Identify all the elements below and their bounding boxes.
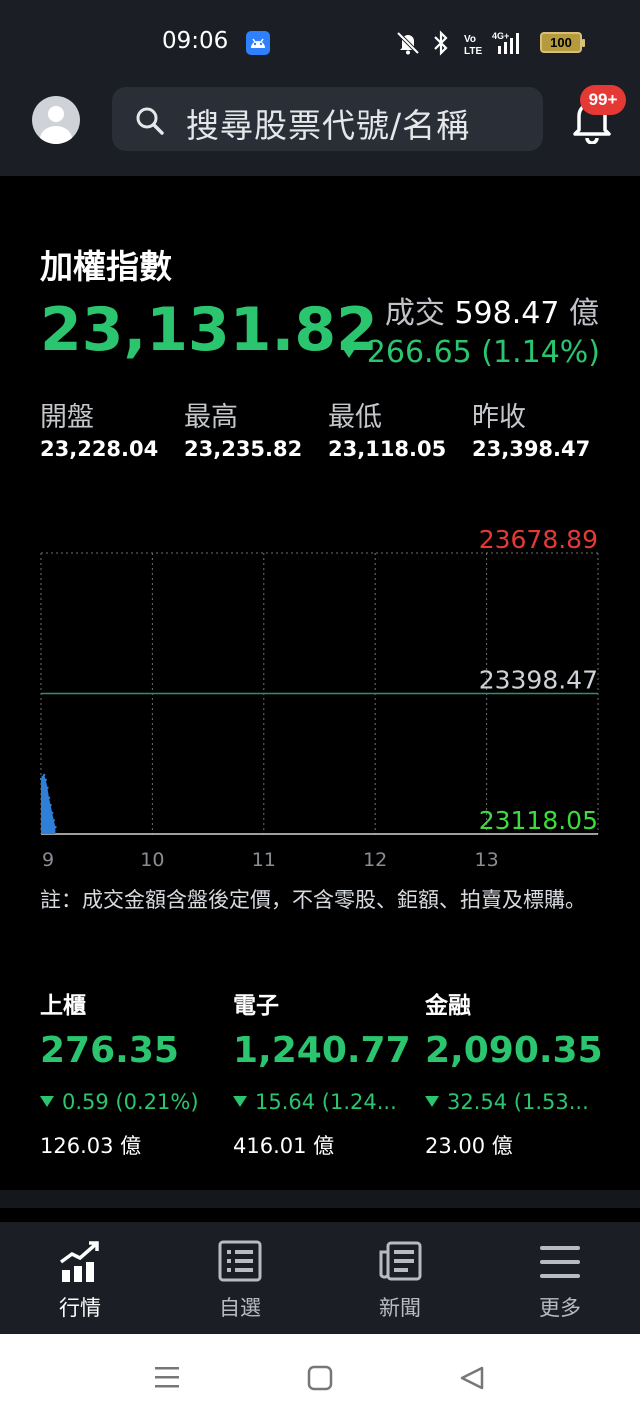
chart-price-point xyxy=(44,778,47,782)
chart-price-point xyxy=(43,773,46,777)
chart-price-point xyxy=(54,825,57,829)
sub-index-name: 電子 xyxy=(233,993,279,1019)
sub-index-name: 上櫃 xyxy=(40,993,86,1019)
stat-label: 昨收 xyxy=(472,402,526,433)
watchlist-icon xyxy=(218,1240,262,1282)
sub-index-volume: 416.01 億 xyxy=(233,1134,335,1158)
news-icon xyxy=(379,1241,422,1281)
chart-price-point xyxy=(46,786,49,789)
stat-value: 23,235.82 xyxy=(184,437,303,461)
sub-index-name: 金融 xyxy=(425,993,471,1019)
top-bar: 09:06 Vo LTE 4G+ 100 搜尋股票代號/名稱 99+ xyxy=(0,0,640,176)
sub-index-finance[interactable]: 金融 2,090.35 32.54 (1.53... 23.00 億 xyxy=(425,986,610,1160)
section-divider xyxy=(0,1190,640,1208)
system-nav-bar xyxy=(0,1334,640,1422)
intraday-chart[interactable]: 23678.89 23398.47 23118.05 9 10 11 12 13 xyxy=(0,520,640,880)
index-value: 23,131.82 xyxy=(40,295,378,365)
svg-text:Vo: Vo xyxy=(464,34,476,45)
svg-text:LTE: LTE xyxy=(464,46,482,56)
back-icon[interactable] xyxy=(458,1364,486,1392)
menu-icon xyxy=(540,1246,580,1278)
bluetooth-icon xyxy=(434,30,448,56)
sub-index-electronics[interactable]: 電子 1,240.77 15.64 (1.24... 416.01 億 xyxy=(233,986,418,1160)
nav-label: 行情 xyxy=(59,1296,101,1320)
down-arrow-icon xyxy=(340,346,357,358)
sub-index-change-text: 15.64 (1.24... xyxy=(255,1090,397,1114)
stat-open: 開盤 23,228.04 xyxy=(40,395,158,461)
sub-index-volume: 23.00 億 xyxy=(425,1134,513,1158)
home-icon[interactable] xyxy=(306,1364,334,1392)
stat-label: 最低 xyxy=(328,402,382,433)
chart-price-point xyxy=(52,819,55,822)
sub-index-change: 15.64 (1.24... xyxy=(233,1090,418,1120)
nav-watchlist[interactable]: 自選 xyxy=(185,1222,295,1334)
chart-price-point xyxy=(51,811,54,815)
notification-badge: 99+ xyxy=(580,85,626,115)
stat-value: 23,398.47 xyxy=(472,437,591,461)
index-change-text: 266.65 (1.14%) xyxy=(366,335,600,370)
market-chart-icon xyxy=(59,1241,99,1282)
stat-high: 最高 23,235.82 xyxy=(184,395,302,461)
down-arrow-icon xyxy=(40,1096,54,1107)
stat-value: 23,228.04 xyxy=(40,437,159,461)
down-arrow-icon xyxy=(425,1096,439,1107)
chart-price-point xyxy=(49,803,52,807)
nav-label: 自選 xyxy=(219,1296,261,1320)
search-input[interactable]: 搜尋股票代號/名稱 xyxy=(186,99,470,147)
recent-apps-icon[interactable] xyxy=(153,1364,181,1390)
chart-label-upper: 23678.89 xyxy=(479,525,598,554)
search-icon xyxy=(136,107,164,135)
stat-label: 開盤 xyxy=(40,402,94,433)
sub-index-price: 1,240.77 xyxy=(233,1030,411,1071)
nav-market[interactable]: 行情 xyxy=(25,1222,135,1334)
stat-low: 最低 23,118.05 xyxy=(328,395,446,461)
mute-icon xyxy=(396,31,420,55)
status-time: 09:06 xyxy=(162,28,229,54)
chart-price-area xyxy=(41,774,56,834)
nav-more[interactable]: 更多 xyxy=(505,1222,615,1334)
sub-index-otc[interactable]: 上櫃 276.35 0.59 (0.21%) 126.03 億 xyxy=(40,986,225,1160)
stat-value: 23,118.05 xyxy=(328,437,447,461)
stat-label: 最高 xyxy=(184,402,238,433)
sub-index-change-text: 0.59 (0.21%) xyxy=(62,1090,199,1114)
search-bar[interactable]: 搜尋股票代號/名稱 xyxy=(112,87,543,151)
chart-x-tick-label: 13 xyxy=(475,849,499,871)
sub-index-volume: 126.03 億 xyxy=(40,1134,142,1158)
chart-price-point xyxy=(39,777,43,781)
sub-index-change: 0.59 (0.21%) xyxy=(40,1090,225,1120)
volte-icon: VoLTE xyxy=(464,34,482,56)
sub-index-change: 32.54 (1.53... xyxy=(425,1090,610,1120)
nav-label: 新聞 xyxy=(379,1296,421,1320)
stat-prev-close: 昨收 23,398.47 xyxy=(472,395,590,461)
chart-price-point xyxy=(47,796,51,800)
chart-x-tick-label: 12 xyxy=(363,849,387,871)
chart-label-reference: 23398.47 xyxy=(479,666,598,695)
signal-icon: 4G+ xyxy=(492,31,519,54)
nav-news[interactable]: 新聞 xyxy=(345,1222,455,1334)
svg-text:4G+: 4G+ xyxy=(492,31,509,41)
index-volume: 成交 598.47 億 xyxy=(385,288,599,332)
chart-label-lower: 23118.05 xyxy=(479,806,598,835)
chart-x-tick-label: 11 xyxy=(252,849,276,871)
sub-index-change-text: 32.54 (1.53... xyxy=(447,1090,589,1114)
index-name: 加權指數 xyxy=(40,247,172,286)
sub-index-price: 276.35 xyxy=(40,1030,179,1071)
app-notification-icon xyxy=(246,31,270,55)
nav-label: 更多 xyxy=(539,1296,581,1320)
chart-x-tick-label: 10 xyxy=(140,849,164,871)
index-change: 266.65 (1.14%) xyxy=(340,335,600,370)
volume-value: 598.47 xyxy=(454,296,560,331)
chart-x-tick-label: 9 xyxy=(42,849,54,871)
down-arrow-icon xyxy=(233,1096,247,1107)
volume-unit: 億 xyxy=(569,296,599,331)
avatar[interactable] xyxy=(32,96,80,144)
battery-indicator: 100 xyxy=(540,32,585,53)
bottom-nav: 行情 自選 新聞 更多 xyxy=(0,1222,640,1334)
volume-label: 成交 xyxy=(384,296,445,331)
sub-index-price: 2,090.35 xyxy=(425,1030,603,1071)
volume-note: 註：成交金額含盤後定價，不含零股、鉅額、拍賣及標購。 xyxy=(40,888,586,912)
